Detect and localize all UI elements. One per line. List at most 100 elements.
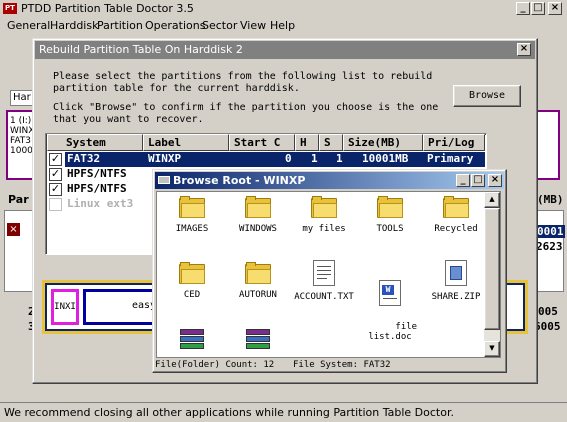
text-file-icon <box>313 260 335 286</box>
app-title: PTDD Partition Table Doctor 3.5 <box>21 2 194 15</box>
browse-file-area: ▲ ▼ IMAGES WINDOWS my files TOOLS Recycl… <box>156 191 501 358</box>
app-logo-icon: PT <box>3 3 17 14</box>
background-mb-label: (MB) <box>537 193 564 206</box>
rar-archive-icon <box>244 329 272 351</box>
dialog-title-bar: Rebuild Partition Table On Harddisk 2 <box>35 41 535 59</box>
row-highlight <box>65 152 485 167</box>
file-item-images[interactable]: IMAGES <box>159 196 225 234</box>
browse-window-title-bar: Browse Root - WINXP <box>155 172 504 189</box>
cell-system: HPFS/NTFS <box>67 182 127 195</box>
menu-sector[interactable]: Sector <box>202 19 237 32</box>
background-right-panel <box>538 110 560 180</box>
browse-minimize-button[interactable]: _ <box>456 174 470 187</box>
cell-start-c: 0 <box>285 152 292 165</box>
menu-operations[interactable]: Operations <box>145 19 205 32</box>
cell-system: FAT32 <box>67 152 101 165</box>
background-value: 2623 <box>536 240 563 253</box>
background-par-label: Par <box>8 193 29 206</box>
browse-button[interactable]: Browse <box>453 85 521 107</box>
file-item-recycled[interactable]: Recycled <box>423 196 489 234</box>
file-item-label: TOOLS <box>376 224 404 234</box>
file-item-label: AUTORUN <box>239 290 277 300</box>
rar-archive-icon <box>178 329 206 351</box>
partition-strip-label-box: INXI <box>51 289 79 325</box>
file-item-label: my files <box>302 224 346 234</box>
minimize-button[interactable]: _ <box>516 2 530 15</box>
column-header-s[interactable]: S <box>319 134 343 151</box>
file-item-file-list-doc[interactable]: W file list.doc <box>357 260 423 352</box>
file-item-label: WINDOWS <box>239 224 277 234</box>
file-item-rar-1[interactable] <box>159 329 225 351</box>
error-icon: × <box>7 223 20 236</box>
folder-icon <box>245 196 271 218</box>
file-item-autorun[interactable]: AUTORUN <box>225 262 291 300</box>
file-item-label: IMAGES <box>175 224 209 234</box>
browse-close-button[interactable]: × <box>488 174 502 187</box>
column-header-system[interactable]: System <box>47 134 143 151</box>
file-item-label: ACCOUNT.TXT <box>294 292 354 302</box>
maximize-button[interactable]: □ <box>531 2 545 15</box>
dialog-instructions-1: Please select the partitions from the fo… <box>53 71 433 94</box>
menu-help[interactable]: Help <box>270 19 295 32</box>
cell-type: Primary <box>427 152 474 165</box>
dialog-instructions-2: Click "Browse" to confirm if the partiti… <box>53 102 439 125</box>
dialog-close-button[interactable]: × <box>517 43 531 56</box>
word-document-icon: W <box>379 280 401 306</box>
cell-s: 1 <box>336 152 343 165</box>
file-item-label: CED <box>183 290 201 300</box>
folder-icon <box>245 262 271 284</box>
row-checkbox[interactable]: ✓ <box>49 183 62 196</box>
row-checkbox[interactable]: ✓ <box>49 168 62 181</box>
file-item-share-zip[interactable]: SHARE.ZIP <box>423 260 489 302</box>
file-item-windows[interactable]: WINDOWS <box>225 196 291 234</box>
file-item-my-files[interactable]: my files <box>291 196 357 234</box>
row-checkbox[interactable] <box>49 198 62 211</box>
scroll-down-button[interactable]: ▼ <box>484 341 500 357</box>
dialog-title: Rebuild Partition Table On Harddisk 2 <box>39 43 243 56</box>
browse-maximize-button[interactable]: □ <box>471 174 485 187</box>
folder-icon <box>179 196 205 218</box>
file-item-account-txt[interactable]: ACCOUNT.TXT <box>291 260 357 302</box>
file-item-rar-2[interactable] <box>225 329 291 351</box>
folder-icon <box>443 196 469 218</box>
menu-harddisk[interactable]: Harddisk <box>50 19 98 32</box>
background-value: 0001 <box>536 225 565 238</box>
file-item-tools[interactable]: TOOLS <box>357 196 423 234</box>
app-title-bar: PT PTDD Partition Table Doctor 3.5 _ □ × <box>0 0 567 18</box>
status-bar: We recommend closing all other applicati… <box>0 402 567 422</box>
menu-general[interactable]: General <box>7 19 50 32</box>
zip-file-icon <box>445 260 467 286</box>
column-header-size[interactable]: Size(MB) <box>343 134 423 151</box>
table-row[interactable]: ✓ FAT32 WINXP 0 1 1 10001MB Primary <box>47 152 485 167</box>
folder-icon <box>179 262 205 284</box>
column-header-label[interactable]: Label <box>143 134 229 151</box>
cell-system: HPFS/NTFS <box>67 167 127 180</box>
column-header-h[interactable]: H <box>295 134 319 151</box>
file-item-label: SHARE.ZIP <box>431 292 481 302</box>
column-header-start-c[interactable]: Start C <box>229 134 295 151</box>
menu-view[interactable]: View <box>240 19 266 32</box>
drive-icon <box>158 176 170 184</box>
browse-status-filesystem: File System: FAT32 <box>293 360 391 370</box>
browse-button-label: Browse <box>468 90 506 101</box>
folder-icon <box>311 196 337 218</box>
cell-h: 1 <box>311 152 318 165</box>
status-text: We recommend closing all other applicati… <box>4 406 454 419</box>
cell-size: 10001MB <box>362 152 409 165</box>
cell-label: WINXP <box>148 152 182 165</box>
browse-window-title: Browse Root - WINXP <box>173 174 306 187</box>
browse-root-window: Browse Root - WINXP _ □ × ▲ ▼ IMAGES WIN… <box>152 169 507 373</box>
browse-status-count: File(Folder) Count: 12 <box>155 360 275 370</box>
tab-label: Har <box>13 92 31 103</box>
partition-strip-label: INXI <box>54 302 76 312</box>
file-item-label: Recycled <box>434 224 478 234</box>
file-item-label: file list.doc <box>368 322 418 342</box>
menu-bar: General Harddisk Partition Operations Se… <box>0 17 567 35</box>
row-checkbox[interactable]: ✓ <box>49 153 62 166</box>
close-button[interactable]: × <box>548 2 562 15</box>
cell-system: Linux ext3 <box>67 197 134 210</box>
folder-icon <box>377 196 403 218</box>
column-header-pri-log[interactable]: Pri/Log <box>423 134 485 151</box>
file-item-ced[interactable]: CED <box>159 262 225 300</box>
menu-partition[interactable]: Partition <box>97 19 143 32</box>
